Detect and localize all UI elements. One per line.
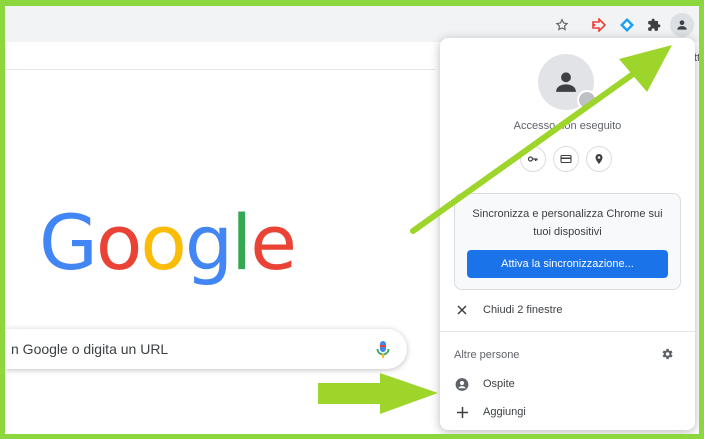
- credit-card-icon[interactable]: [553, 146, 579, 172]
- sync-card: Sincronizza e personalizza Chrome sui tu…: [454, 193, 681, 290]
- other-people-label: Altre persone: [454, 349, 520, 361]
- logo-letter: G: [39, 198, 98, 287]
- menu-divider: [440, 331, 695, 332]
- profile-avatar-icon[interactable]: [670, 13, 694, 37]
- google-logo: Google: [39, 198, 297, 287]
- star-icon[interactable]: [551, 14, 573, 36]
- key-icon[interactable]: [520, 146, 546, 172]
- avatar-badge-icon: [577, 90, 597, 110]
- close-windows-label: Chiudi 2 finestre: [483, 304, 563, 316]
- microphone-icon[interactable]: [373, 339, 393, 361]
- sync-description: Sincronizza e personalizza Chrome sui tu…: [472, 208, 663, 238]
- search-input[interactable]: n Google o digita un URL: [11, 341, 168, 357]
- sync-button[interactable]: Attiva la sincronizzazione...: [467, 250, 668, 278]
- guest-avatar-icon: [455, 377, 469, 391]
- plus-icon: [455, 405, 469, 419]
- guest-label: Ospite: [483, 378, 515, 390]
- close-windows-item[interactable]: Chiudi 2 finestre: [440, 297, 695, 323]
- logo-letter: o: [95, 198, 142, 287]
- close-icon: [455, 303, 469, 317]
- location-pin-icon[interactable]: [586, 146, 612, 172]
- extension-arrow-icon[interactable]: [588, 14, 610, 36]
- guest-profile-item[interactable]: Ospite: [440, 371, 695, 397]
- logo-letter: o: [140, 198, 186, 287]
- guest-arrow: [318, 373, 438, 414]
- logo-letter: l: [231, 198, 252, 287]
- add-profile-item[interactable]: Aggiungi: [440, 399, 695, 425]
- add-label: Aggiungi: [483, 406, 526, 418]
- search-box[interactable]: n Google o digita un URL: [5, 329, 407, 369]
- quick-actions: [520, 146, 620, 172]
- profile-menu: Accesso non eseguito Sincronizza e perso…: [440, 38, 695, 430]
- sign-in-status: Accesso non eseguito: [513, 120, 622, 132]
- gear-icon[interactable]: [660, 347, 674, 361]
- puzzle-icon[interactable]: [643, 14, 665, 36]
- bookmarks-divider: [5, 69, 435, 70]
- extension-diamond-icon[interactable]: [616, 14, 638, 36]
- logo-letter: g: [184, 198, 233, 287]
- logo-letter: e: [250, 198, 297, 287]
